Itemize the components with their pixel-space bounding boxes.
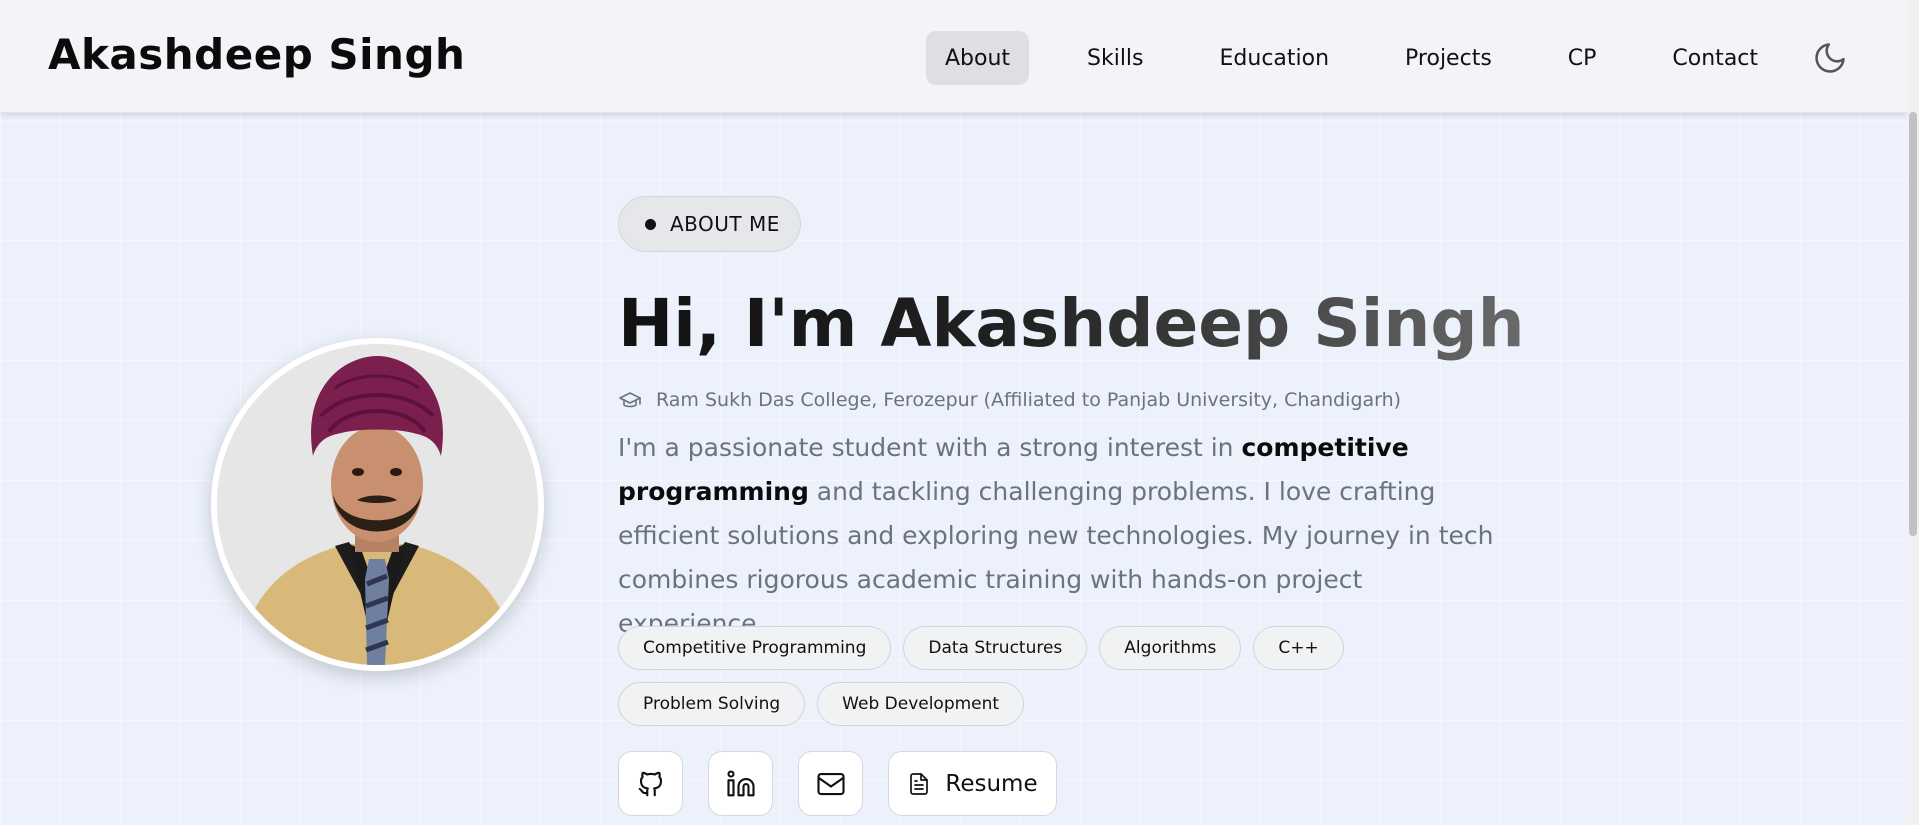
nav-item-contact[interactable]: Contact [1654, 31, 1776, 85]
theme-toggle-button[interactable] [1812, 40, 1848, 76]
resume-button-label: Resume [945, 770, 1038, 797]
skill-tag: Problem Solving [618, 682, 806, 726]
github-button[interactable] [618, 751, 683, 816]
nav-item-education[interactable]: Education [1202, 31, 1348, 85]
skill-tag: Algorithms [1099, 626, 1242, 670]
social-links: Resume [618, 751, 1057, 816]
about-me-badge: ABOUT ME [618, 196, 801, 252]
nav-item-skills[interactable]: Skills [1069, 31, 1162, 85]
linkedin-icon [726, 769, 755, 796]
profile-photo [217, 344, 538, 665]
profile-illustration [217, 344, 538, 665]
scrollbar-thumb[interactable] [1909, 112, 1917, 536]
nav-item-about[interactable]: About [926, 31, 1029, 85]
moon-icon [1815, 43, 1845, 73]
profile-avatar [211, 338, 544, 671]
skill-tag: Competitive Programming [618, 626, 892, 670]
college-info: Ram Sukh Das College, Ferozepur (Affilia… [618, 388, 1401, 412]
nav-item-cp[interactable]: CP [1550, 31, 1615, 85]
navbar: Akashdeep Singh About Skills Education P… [0, 0, 1908, 113]
college-name: Ram Sukh Das College, Ferozepur (Affilia… [656, 389, 1402, 411]
github-icon [638, 771, 662, 796]
bio-paragraph: I'm a passionate student with a strong i… [618, 426, 1498, 646]
graduation-cap-icon [619, 392, 641, 408]
scrollbar[interactable] [1908, 0, 1919, 825]
file-text-icon [910, 772, 929, 795]
hero-title: Hi, I'm Akashdeep Singh [618, 285, 1525, 362]
skill-tag: C++ [1253, 626, 1344, 670]
linkedin-button[interactable] [708, 751, 773, 816]
skill-tag: Data Structures [903, 626, 1088, 670]
nav-item-projects[interactable]: Projects [1387, 31, 1510, 85]
skill-tag: Web Development [817, 682, 1025, 726]
about-me-badge-label: ABOUT ME [670, 212, 780, 236]
badge-dot-icon [645, 218, 656, 230]
bio-text-start: I'm a passionate student with a strong i… [618, 433, 1242, 462]
nav-links: About Skills Education Projects CP Conta… [926, 31, 1776, 85]
brand-name[interactable]: Akashdeep Singh [48, 30, 465, 79]
mail-icon [816, 772, 845, 795]
resume-button[interactable]: Resume [888, 751, 1057, 816]
email-button[interactable] [798, 751, 863, 816]
skill-tags: Competitive Programming Data Structures … [618, 626, 1518, 726]
